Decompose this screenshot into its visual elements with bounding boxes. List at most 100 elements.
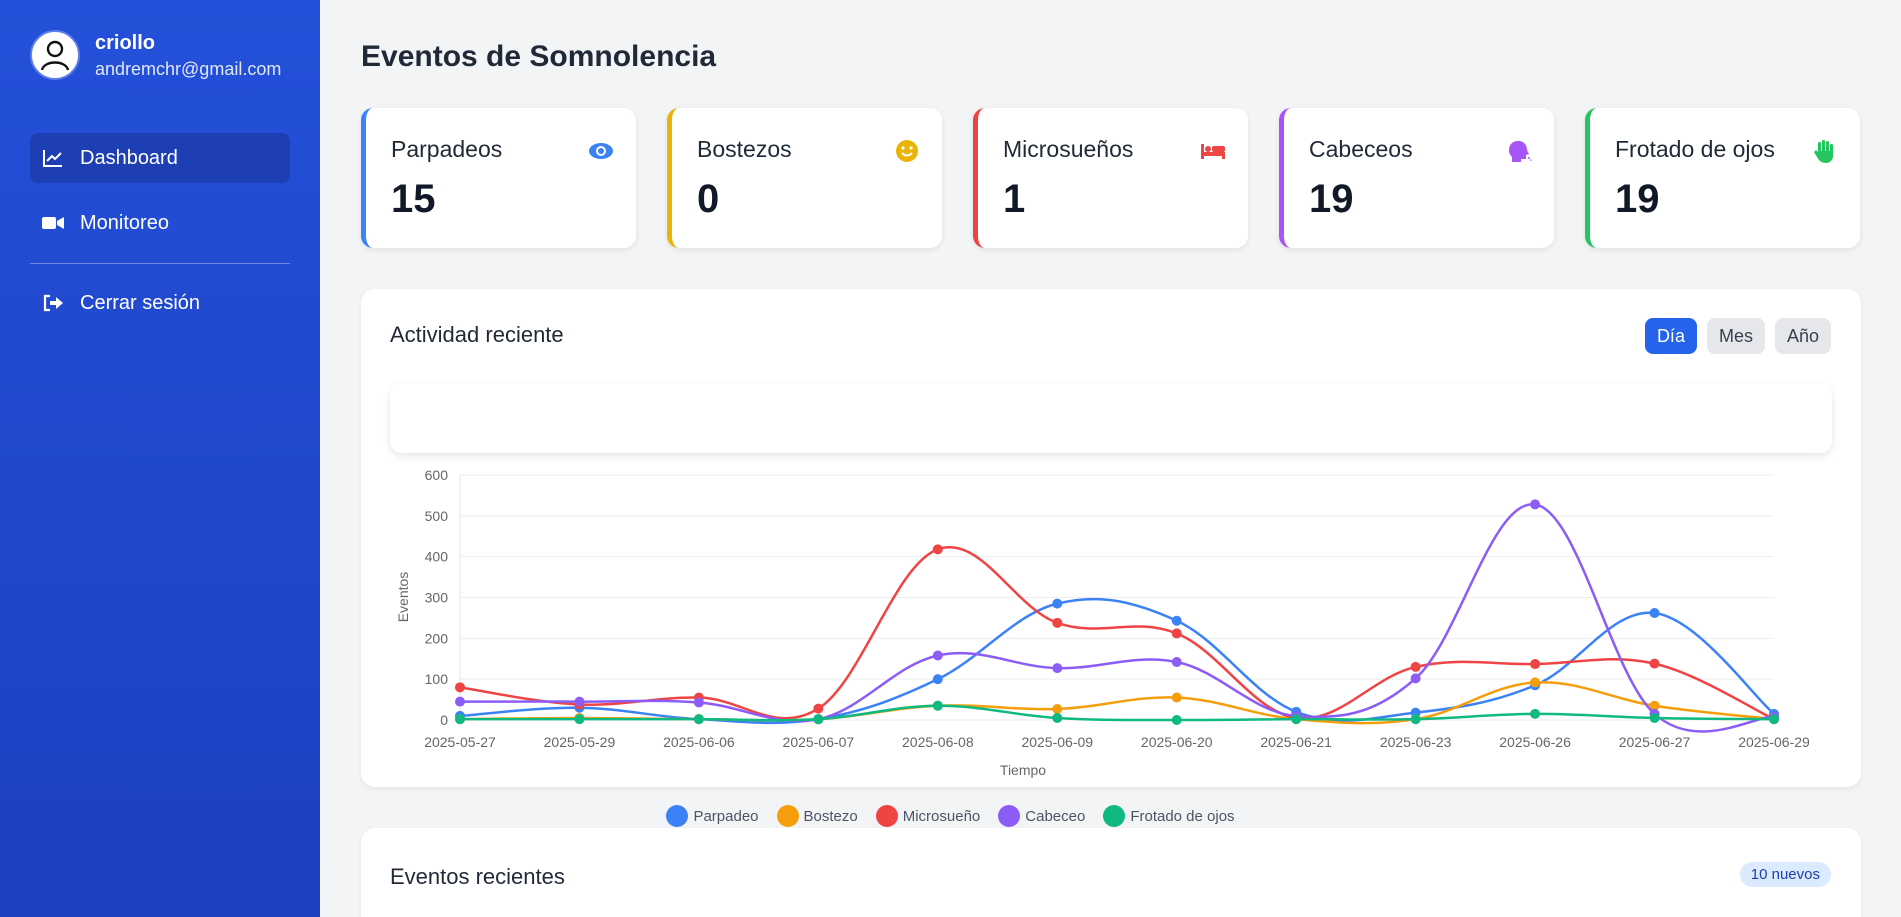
data-point: [1769, 714, 1779, 725]
legend-label: Cabeceo: [1025, 807, 1086, 825]
sidebar-divider: [30, 263, 290, 264]
y-tick-label: 600: [425, 467, 449, 483]
x-tick-label: 2025-06-07: [783, 734, 855, 750]
activity-panel: Actividad reciente Día Mes Año 0 100 200 30…: [361, 289, 1861, 787]
bed-icon: [1201, 144, 1225, 159]
sidebar: criollo andremchr@gmail.com Dashboard Mo…: [0, 0, 320, 917]
x-tick-label: 2025-06-23: [1380, 734, 1452, 750]
data-point: [1530, 708, 1541, 719]
stat-card-microsuenos: Microsueños 1: [973, 108, 1248, 248]
chart-legend: Parpadeo Bostezo Microsueño Cabeceo Frotado …: [0, 805, 1901, 827]
stat-card-value: 19: [1615, 177, 1660, 221]
data-point: [1530, 499, 1541, 510]
series-line: [459, 503, 1775, 733]
stat-card-bostezos: Bostezos 0: [667, 108, 942, 248]
legend-swatch: [776, 805, 799, 827]
legend-item[interactable]: Parpadeo: [666, 805, 759, 827]
legend-label: Parpadeo: [693, 807, 759, 825]
data-point: [1171, 692, 1182, 703]
video-camera-icon: [42, 212, 64, 234]
data-point: [1171, 615, 1182, 626]
data-point: [455, 714, 465, 725]
data-point: [1410, 661, 1421, 672]
x-tick-label: 2025-06-20: [1141, 734, 1213, 750]
recent-events-panel: Eventos recientes 10 nuevos: [361, 828, 1861, 917]
legend-swatch: [1103, 805, 1126, 827]
stat-card-frotado: Frotado de ojos 19: [1585, 108, 1860, 248]
x-tick-label: 2025-06-21: [1260, 734, 1332, 750]
legend-label: Frotado de ojos: [1130, 807, 1235, 825]
legend-swatch: [998, 805, 1021, 827]
y-tick-label: 300: [425, 590, 449, 606]
data-point: [455, 682, 465, 693]
legend-item[interactable]: Frotado de ojos: [1103, 805, 1235, 827]
data-point: [1171, 657, 1182, 668]
legend-label: Bostezo: [803, 807, 858, 825]
user-icon: [40, 40, 70, 71]
y-tick-label: 500: [425, 508, 449, 524]
legend-label: Microsueño: [902, 807, 981, 825]
data-point: [693, 714, 704, 725]
legend-swatch: [875, 805, 898, 827]
chart-line-icon: [42, 147, 64, 169]
stat-card-value: 19: [1309, 177, 1354, 221]
data-point: [1530, 659, 1541, 670]
y-tick-label: 0: [440, 712, 448, 728]
data-point: [813, 714, 824, 725]
data-point: [1410, 673, 1421, 684]
series-line: [459, 546, 1775, 721]
data-point: [1649, 658, 1660, 669]
data-point: [1052, 617, 1063, 628]
x-tick-label: 2025-06-29: [1738, 734, 1810, 750]
user-email: andremchr@gmail.com: [95, 59, 282, 79]
data-point: [574, 714, 585, 725]
activity-chart: 0 100 200 300 400 500 600 2025-05-27 2025-05-29 2…: [395, 467, 1810, 778]
sidebar-item-monitoreo[interactable]: Monitoreo: [30, 198, 290, 248]
page-title: Eventos de Somnolencia: [361, 40, 717, 73]
data-point: [455, 696, 465, 707]
stat-card-value: 0: [697, 177, 720, 221]
data-point: [1052, 712, 1063, 723]
legend-item[interactable]: Cabeceo: [998, 805, 1085, 827]
x-tick-label: 2025-05-29: [544, 734, 616, 750]
data-point: [1410, 714, 1421, 725]
legend-swatch: [666, 805, 689, 827]
data-point: [1649, 712, 1660, 723]
stat-card-value: 15: [391, 177, 436, 221]
sidebar-nav: Dashboard Monitoreo Cerrar sesión: [30, 133, 290, 343]
data-point: [932, 674, 943, 685]
y-tick-label: 400: [425, 549, 449, 565]
data-point: [1052, 703, 1063, 714]
stat-card-parpadeos: Parpadeos 15: [361, 108, 636, 248]
data-point: [1052, 663, 1063, 674]
new-events-badge: 10 nuevos: [1739, 862, 1831, 887]
data-point: [932, 544, 943, 555]
avatar: [30, 30, 80, 80]
x-tick-label: 2025-05-27: [424, 734, 496, 750]
x-tick-label: 2025-06-09: [1021, 734, 1093, 750]
series-line: [459, 681, 1775, 725]
data-point: [1171, 628, 1182, 639]
x-tick-label: 2025-06-06: [663, 734, 735, 750]
logout-icon: [42, 292, 64, 314]
data-point: [1649, 608, 1660, 619]
sidebar-item-label: Cerrar sesión: [80, 291, 201, 314]
y-tick-label: 100: [425, 671, 449, 687]
sidebar-item-logout[interactable]: Cerrar sesión: [30, 278, 290, 328]
stat-card-value: 1: [1003, 177, 1026, 221]
smile-icon: [896, 140, 918, 162]
data-point: [574, 696, 585, 707]
x-tick-label: 2025-06-27: [1619, 734, 1691, 750]
legend-item[interactable]: Bostezo: [776, 805, 858, 827]
data-point: [932, 650, 943, 661]
y-axis-title: Eventos: [395, 572, 411, 623]
data-point: [1530, 677, 1541, 688]
data-point: [1171, 715, 1182, 725]
data-point: [813, 703, 824, 714]
head-side-icon: [1509, 140, 1532, 162]
legend-item[interactable]: Microsueño: [875, 805, 981, 827]
recent-events-title: Eventos recientes: [390, 864, 565, 889]
sidebar-item-dashboard[interactable]: Dashboard: [30, 133, 290, 183]
data-point: [693, 697, 704, 708]
series-line: [459, 704, 1775, 722]
